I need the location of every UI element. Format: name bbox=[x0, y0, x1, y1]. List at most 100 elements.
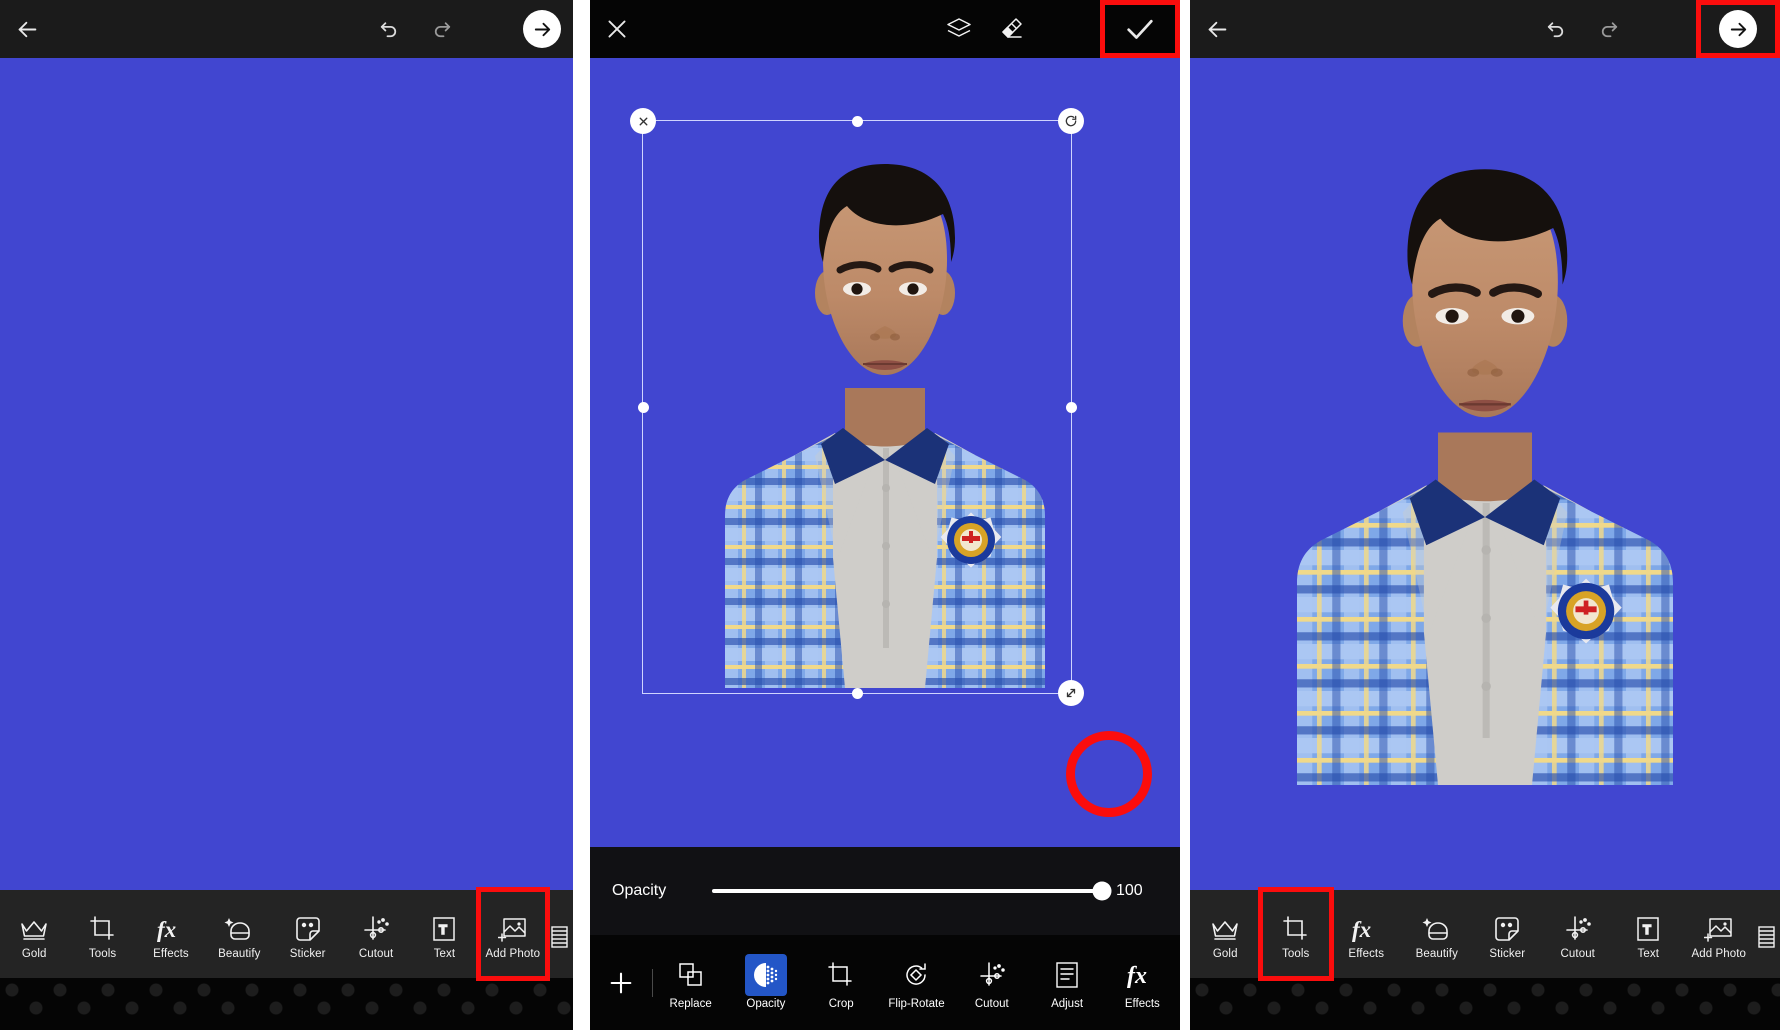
tool-label: Tools bbox=[1282, 947, 1310, 960]
resize-layer-handle[interactable] bbox=[1058, 680, 1084, 706]
panel-editor-home: Gold Tools fx Effects Beautify Sticker C… bbox=[0, 0, 573, 1030]
tool-beautify[interactable]: Beautify bbox=[1402, 890, 1473, 978]
tool-label: Beautify bbox=[1415, 947, 1458, 960]
undo-icon[interactable] bbox=[1528, 3, 1582, 55]
delete-layer-handle[interactable] bbox=[630, 108, 656, 134]
face-sparkle-icon bbox=[224, 909, 254, 943]
check-icon bbox=[1127, 19, 1153, 39]
tool-effects[interactable]: fx Effects bbox=[1331, 890, 1402, 978]
panel1-canvas[interactable] bbox=[0, 58, 573, 890]
flip-rotate-icon bbox=[901, 956, 931, 994]
tool-text[interactable]: T Text bbox=[410, 890, 478, 978]
tool-overflow[interactable] bbox=[1754, 890, 1780, 978]
replace-icon bbox=[677, 956, 705, 994]
background-texture bbox=[1190, 978, 1780, 1030]
layers-icon[interactable] bbox=[932, 3, 986, 55]
crown-icon bbox=[1210, 909, 1240, 943]
tool-label: Crop bbox=[828, 997, 854, 1010]
back-icon[interactable] bbox=[1190, 3, 1244, 55]
tool-label: Opacity bbox=[746, 997, 786, 1010]
next-button[interactable] bbox=[1696, 0, 1780, 58]
panel3-canvas[interactable] bbox=[1190, 58, 1780, 890]
eraser-icon[interactable] bbox=[986, 3, 1040, 55]
tool-effects[interactable]: fx Effects bbox=[137, 890, 205, 978]
close-icon[interactable] bbox=[590, 3, 644, 55]
svg-text:T: T bbox=[1643, 922, 1651, 937]
tool-effects[interactable]: fx Effects bbox=[1105, 956, 1180, 1010]
tool-beautify[interactable]: Beautify bbox=[205, 890, 273, 978]
tool-replace[interactable]: Replace bbox=[653, 956, 728, 1010]
opacity-slider[interactable] bbox=[712, 881, 1112, 901]
sticker-icon bbox=[1493, 909, 1521, 943]
tool-label: Sticker bbox=[1489, 947, 1526, 960]
tool-opacity[interactable]: Opacity bbox=[728, 953, 803, 1010]
tool-tools[interactable]: Tools bbox=[68, 890, 136, 978]
opacity-label: Opacity bbox=[612, 882, 667, 899]
tool-overflow[interactable] bbox=[547, 890, 573, 978]
tool-cutout[interactable]: Cutout bbox=[1543, 890, 1614, 978]
panel-photo-layer-editor: Opacity 100 Replace Opacity Crop Flip-Ro… bbox=[590, 0, 1180, 1030]
three-panel-tutorial: Gold Tools fx Effects Beautify Sticker C… bbox=[0, 0, 1780, 1030]
panel1-top-bar bbox=[0, 0, 573, 58]
tool-add-photo[interactable]: Add Photo bbox=[475, 887, 551, 981]
tool-sticker[interactable]: Sticker bbox=[1472, 890, 1543, 978]
redo-icon[interactable] bbox=[415, 3, 469, 55]
tool-gold[interactable]: Gold bbox=[0, 890, 68, 978]
tool-label: Cutout bbox=[358, 947, 394, 960]
fx-icon: fx bbox=[1125, 956, 1159, 994]
handle-top[interactable] bbox=[851, 115, 863, 127]
cutout-scissors-icon bbox=[977, 956, 1007, 994]
tool-add-photo[interactable]: Add Photo bbox=[1684, 890, 1755, 978]
handle-bottom[interactable] bbox=[851, 687, 863, 699]
rotate-layer-handle[interactable] bbox=[1058, 108, 1084, 134]
tool-cutout[interactable]: Cutout bbox=[342, 890, 410, 978]
panel1-bottom-bar: Gold Tools fx Effects Beautify Sticker C… bbox=[0, 887, 573, 1030]
add-photo-icon bbox=[1703, 909, 1734, 943]
tool-label: Effects bbox=[1348, 947, 1385, 960]
fx-icon: fx bbox=[1350, 909, 1382, 943]
tool-label: Effects bbox=[1124, 997, 1160, 1010]
redo-icon[interactable] bbox=[1582, 3, 1636, 55]
resize-diagonal-icon bbox=[1066, 688, 1076, 698]
tool-tools[interactable]: Tools bbox=[1257, 887, 1334, 981]
crop-frame-icon bbox=[827, 956, 855, 994]
face-sparkle-icon bbox=[1422, 909, 1452, 943]
add-photo-icon bbox=[497, 909, 528, 943]
adjust-sliders-icon bbox=[1054, 956, 1080, 994]
confirm-button[interactable] bbox=[1100, 0, 1180, 58]
tool-cutout[interactable]: Cutout bbox=[954, 956, 1029, 1010]
next-button[interactable] bbox=[511, 3, 573, 55]
panel3-toolbar: Gold Tools fx Effects Beautify Sticker C… bbox=[1190, 887, 1780, 981]
handle-left[interactable] bbox=[637, 401, 649, 413]
tool-flip-rotate[interactable]: Flip-Rotate bbox=[879, 956, 954, 1010]
tool-adjust[interactable]: Adjust bbox=[1029, 956, 1104, 1010]
more-tools-icon bbox=[1758, 917, 1776, 951]
text-box-icon: T bbox=[430, 909, 458, 943]
tool-gold[interactable]: Gold bbox=[1190, 890, 1261, 978]
panel2-toolbar: Replace Opacity Crop Flip-Rotate Cutout … bbox=[590, 935, 1180, 1030]
panel2-canvas[interactable] bbox=[590, 58, 1180, 847]
tool-sticker[interactable]: Sticker bbox=[274, 890, 342, 978]
opacity-slider-knob[interactable] bbox=[1092, 881, 1112, 901]
sticker-icon bbox=[294, 909, 322, 943]
tool-label: Effects bbox=[153, 947, 189, 960]
crop-frame-icon bbox=[89, 909, 117, 943]
close-x-icon bbox=[639, 117, 647, 125]
back-icon[interactable] bbox=[0, 3, 54, 55]
arrow-right-circle-icon bbox=[523, 10, 561, 48]
handle-right[interactable] bbox=[1065, 401, 1077, 413]
tool-text[interactable]: T Text bbox=[1613, 890, 1684, 978]
svg-text:fx: fx bbox=[1127, 963, 1147, 989]
panel3-top-bar bbox=[1190, 0, 1780, 58]
tool-crop[interactable]: Crop bbox=[804, 956, 879, 1010]
tool-label: Gold bbox=[1212, 947, 1238, 960]
plus-icon bbox=[607, 964, 635, 1002]
resize-handle-highlight bbox=[1066, 731, 1152, 817]
panel2-bottom-bar: Replace Opacity Crop Flip-Rotate Cutout … bbox=[590, 935, 1180, 1030]
undo-icon[interactable] bbox=[361, 3, 415, 55]
layer-selection-frame[interactable] bbox=[630, 108, 1084, 706]
panel-editor-result: Gold Tools fx Effects Beautify Sticker C… bbox=[1190, 0, 1780, 1030]
cutout-scissors-icon bbox=[1563, 909, 1593, 943]
add-layer-button[interactable] bbox=[590, 964, 652, 1002]
tool-label: Flip-Rotate bbox=[888, 997, 945, 1010]
